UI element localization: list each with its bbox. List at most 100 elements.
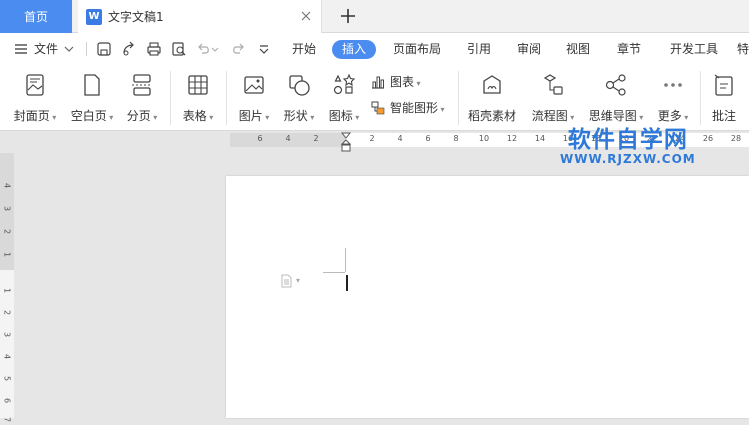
file-menu-button[interactable]: 文件 xyxy=(14,40,76,57)
tab-home-ribbon[interactable]: 开始 xyxy=(292,40,316,59)
docer-material-button[interactable]: 稻壳素材 xyxy=(466,65,518,131)
ruler-label: 26 xyxy=(702,134,714,143)
smart-art-icon xyxy=(371,101,385,114)
cover-page-label: 封面页 xyxy=(14,107,57,124)
hamburger-icon xyxy=(15,43,27,54)
save-icon[interactable] xyxy=(96,41,112,57)
ruler-label: 2 xyxy=(2,309,12,316)
picture-button[interactable]: 图片 xyxy=(234,65,274,131)
chevron-down-icon: ▾ xyxy=(296,276,301,285)
margin-corner-marker xyxy=(345,248,346,272)
tab-document-title: 文字文稿1 xyxy=(108,10,164,24)
docer-material-icon xyxy=(483,75,501,94)
document-page[interactable]: ▾ xyxy=(226,176,749,418)
picture-icon xyxy=(244,76,264,94)
ruler-label: 6 xyxy=(257,134,263,143)
watermark-url: WWW.RJZXW.COM xyxy=(560,152,696,166)
redo-icon[interactable] xyxy=(230,41,246,57)
table-icon xyxy=(188,75,208,95)
tab-insert[interactable]: 插入 xyxy=(332,40,377,59)
tab-special[interactable]: 特 xyxy=(737,40,749,59)
picture-label: 图片 xyxy=(239,107,270,124)
print-icon[interactable] xyxy=(146,41,162,57)
tab-bar: 首页 W 文字文稿1 xyxy=(0,0,749,33)
smart-art-label: 智能图形 xyxy=(390,99,445,116)
tab-document[interactable]: W 文字文稿1 xyxy=(78,0,322,33)
ruler-label: 2 xyxy=(2,228,12,235)
page-break-button[interactable]: 分页 xyxy=(122,65,162,131)
icon-library-button[interactable]: 图标 xyxy=(324,65,364,131)
ruler-label: 5 xyxy=(2,375,12,382)
tab-view[interactable]: 视图 xyxy=(566,40,590,59)
flowchart-icon xyxy=(543,74,563,95)
ruler-label: 10 xyxy=(478,134,490,143)
ruler-label: 4 xyxy=(397,134,403,143)
ruler-label: 2 xyxy=(313,134,319,143)
chevron-down-icon xyxy=(64,46,74,52)
ruler-label: 12 xyxy=(506,134,518,143)
shape-icon xyxy=(289,75,310,96)
blank-page-label: 空白页 xyxy=(71,107,114,124)
icon-library-label: 图标 xyxy=(329,107,360,124)
tab-references[interactable]: 引用 xyxy=(467,40,491,59)
comment-label: 批注 xyxy=(711,109,736,123)
file-menu-label: 文件 xyxy=(34,42,59,56)
divider xyxy=(226,71,227,125)
watermark-logo: 软件自学网 WWW.RJZXW.COM xyxy=(560,120,696,166)
chart-button[interactable]: 图表 xyxy=(370,73,421,90)
close-icon[interactable] xyxy=(299,9,313,23)
export-icon[interactable] xyxy=(121,41,137,57)
tab-home-label: 首页 xyxy=(23,10,48,24)
tab-home[interactable]: 首页 xyxy=(0,0,72,33)
ruler-label: 28 xyxy=(730,134,742,143)
indent-marker[interactable] xyxy=(340,132,352,154)
table-label: 表格 xyxy=(183,107,214,124)
customize-quick-access-icon[interactable] xyxy=(256,41,272,57)
ruler-label: 4 xyxy=(285,134,291,143)
divider xyxy=(700,71,701,125)
page-break-icon xyxy=(132,74,152,96)
tab-page-layout[interactable]: 页面布局 xyxy=(393,40,441,59)
margin-corner-marker xyxy=(323,272,345,273)
watermark-title: 软件自学网 xyxy=(567,127,688,153)
chart-label: 图表 xyxy=(390,73,421,90)
undo-dropdown-icon[interactable] xyxy=(210,41,220,57)
text-cursor xyxy=(346,275,348,291)
page-break-label: 分页 xyxy=(127,107,158,124)
smart-art-button[interactable]: 智能图形 xyxy=(370,99,445,116)
cover-page-icon xyxy=(26,74,44,96)
divider xyxy=(458,71,459,125)
ruler-label: 1 xyxy=(2,251,12,258)
ruler-label: 1 xyxy=(2,287,12,294)
chart-icon xyxy=(372,76,384,89)
comment-icon xyxy=(714,74,733,96)
more-dots-icon xyxy=(664,83,682,87)
menu-bar: 文件 开始 插入 页面布局 引用 审阅 视图 章节 开发工具 特 xyxy=(0,33,749,65)
vertical-ruler[interactable]: 4 3 2 1 1 2 3 4 5 6 7 xyxy=(0,153,14,422)
paragraph-handle-icon[interactable] xyxy=(279,274,293,288)
icons-icon xyxy=(333,73,356,95)
comment-button[interactable]: 批注 xyxy=(706,65,742,131)
tab-review[interactable]: 审阅 xyxy=(517,40,541,59)
divider xyxy=(170,71,171,125)
cover-page-button[interactable]: 封面页 xyxy=(10,65,60,131)
wps-writer-icon: W xyxy=(86,8,102,25)
tab-developer[interactable]: 开发工具 xyxy=(670,40,718,59)
ruler-label: 6 xyxy=(2,397,12,404)
ruler-label: 6 xyxy=(425,134,431,143)
shape-button[interactable]: 形状 xyxy=(279,65,319,131)
ruler-label: 2 xyxy=(369,134,375,143)
ruler-label: 14 xyxy=(534,134,546,143)
ruler-label: 8 xyxy=(453,134,459,143)
new-tab-plus-icon[interactable] xyxy=(338,6,358,26)
shape-label: 形状 xyxy=(284,107,315,124)
blank-page-button[interactable]: 空白页 xyxy=(67,65,117,131)
mindmap-icon xyxy=(605,74,626,96)
ruler-label: 4 xyxy=(2,353,12,360)
blank-page-icon xyxy=(84,74,100,96)
table-button[interactable]: 表格 xyxy=(178,65,218,131)
print-preview-icon[interactable] xyxy=(171,41,187,57)
ruler-label: 3 xyxy=(2,331,12,338)
tab-chapter[interactable]: 章节 xyxy=(617,40,641,59)
divider xyxy=(86,42,87,56)
